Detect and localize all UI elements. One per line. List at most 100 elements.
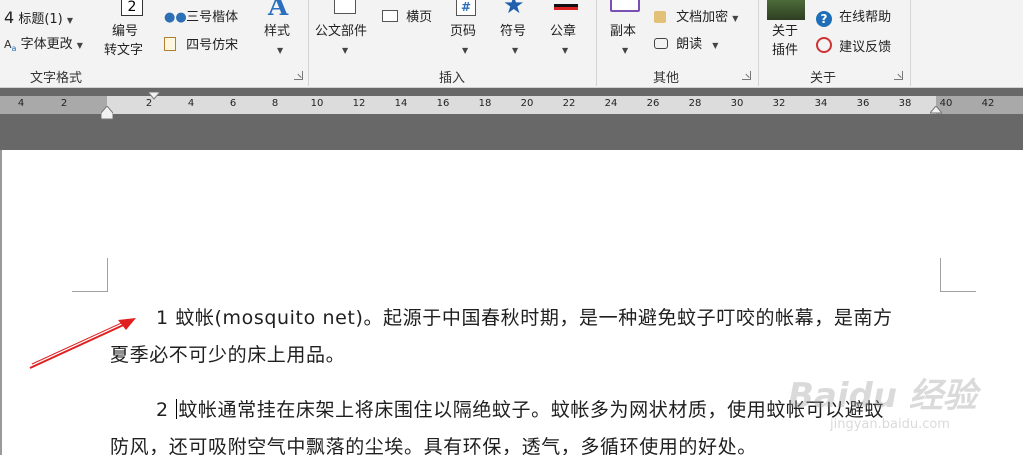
ruler-tick-label: 12 xyxy=(352,98,366,109)
feedback-button[interactable]: 建议反馈 xyxy=(816,37,891,56)
ruler-tick-label: 30 xyxy=(730,98,744,109)
heading-label: 标题(1) xyxy=(18,12,63,27)
watermark-logo-text: Baidu 经验 xyxy=(788,376,977,416)
paragraph-1-line-1: 1 蚊帐(mosquito net)。起源于中国春秋时期，是一种避免蚊子叮咬的帐… xyxy=(156,307,893,329)
style-button[interactable]: A 样式 ▼ xyxy=(258,0,302,62)
about-dialog-launcher-icon[interactable] xyxy=(894,71,903,80)
font-change-dropdown[interactable]: Aa 字体更改 ▼ xyxy=(4,37,83,57)
text-format-dialog-launcher-icon[interactable] xyxy=(294,71,303,80)
plugin-photo-icon xyxy=(767,0,805,20)
seal-button[interactable]: 公章 ▼ xyxy=(546,0,586,62)
ruler-tick-label: 4 xyxy=(17,98,25,109)
about-plugin-button[interactable]: 关于 插件 xyxy=(764,0,808,62)
horizontal-ruler[interactable]: 4 2 2 4 6 8 10 12 14 16 18 20 22 24 26 2… xyxy=(0,92,1023,120)
ruler-tick-label: 10 xyxy=(310,98,324,109)
ruler-tick-label: 36 xyxy=(856,98,870,109)
hanging-indent-marker-icon[interactable] xyxy=(101,106,113,120)
seal-icon xyxy=(554,4,578,10)
document-icon xyxy=(164,37,176,51)
ruler-left-margin xyxy=(0,96,107,114)
group-divider xyxy=(758,0,759,86)
group-label-insert: 插入 xyxy=(438,71,465,86)
crop-mark-right xyxy=(940,258,976,292)
numbering-badge-icon: 2 xyxy=(121,0,143,16)
chevron-down-icon: ▼ xyxy=(732,14,739,23)
about-plugin-line1: 关于 xyxy=(772,24,799,39)
online-help-button[interactable]: ? 在线帮助 xyxy=(816,10,891,27)
first-line-indent-marker-icon[interactable] xyxy=(148,92,160,100)
lock-icon xyxy=(654,11,666,23)
numbering-to-text-button[interactable]: 2 编号 转文字 xyxy=(104,0,150,62)
ruler-tick-label: 28 xyxy=(688,98,702,109)
crop-mark-left xyxy=(72,258,108,292)
symbol-button[interactable]: ★ 符号 ▼ xyxy=(496,0,536,62)
chevron-down-icon: ▼ xyxy=(66,16,74,25)
style-a-icon: A xyxy=(268,0,289,22)
landscape-page-label: 横页 xyxy=(406,10,433,25)
paragraph-1[interactable]: 1 蚊帐(mosquito net)。起源于中国春秋时期，是一种避免蚊子叮咬的帐… xyxy=(110,300,940,374)
font-sihao-fangsong-button[interactable]: 四号仿宋 xyxy=(164,37,238,54)
watermark-url: jingyan.baidu.com xyxy=(830,417,950,432)
page-number-button[interactable]: # 页码 ▼ xyxy=(446,0,486,62)
font-change-label: 字体更改 xyxy=(20,37,73,52)
symbol-label: 符号 xyxy=(500,24,527,39)
landscape-page-button[interactable]: 横页 xyxy=(382,10,432,26)
style-label: 样式 xyxy=(264,24,291,39)
heading-dropdown[interactable]: 4 标题(1) ▼ xyxy=(4,10,73,29)
ruler-tick-label: 16 xyxy=(436,98,450,109)
ruler-tick-label: 6 xyxy=(229,98,237,109)
right-indent-marker-icon[interactable] xyxy=(930,106,942,116)
copy-label: 副本 xyxy=(610,24,637,39)
group-label-about: 关于 xyxy=(809,71,836,86)
group-divider xyxy=(910,0,911,86)
document-page[interactable]: 1 蚊帐(mosquito net)。起源于中国春秋时期，是一种避免蚊子叮咬的帐… xyxy=(0,150,1023,455)
numbering-label-line2: 转文字 xyxy=(104,43,144,58)
chevron-down-icon: ▼ xyxy=(277,46,284,55)
paragraph-2-text: 蚊帐通常挂在床架上将床围住以隔绝蚊子。蚊帐多为网状材质，使用蚊帐可以避蚊 xyxy=(178,399,884,421)
font-sanhao-kaiti-button[interactable]: ●● 三号楷体 xyxy=(164,10,238,26)
ruler-tick-label: 42 xyxy=(981,98,995,109)
feedback-label: 建议反馈 xyxy=(839,40,892,55)
chevron-down-icon: ▼ xyxy=(342,46,349,55)
chevron-down-icon: ▼ xyxy=(712,41,719,50)
other-dialog-launcher-icon[interactable] xyxy=(742,71,751,80)
read-aloud-dropdown[interactable]: 朗读 ▼ xyxy=(654,37,718,54)
about-plugin-line2: 插件 xyxy=(772,43,799,58)
paragraph-2-number: 2 xyxy=(156,399,176,421)
ruler-tick-label: 32 xyxy=(772,98,786,109)
ruler-tick-label: 8 xyxy=(271,98,279,109)
chevron-down-icon: ▼ xyxy=(622,46,629,55)
star-icon: ★ xyxy=(503,0,525,19)
baidu-jingyan-watermark: Baidu 经验 jingyan.baidu.com xyxy=(788,368,1018,448)
chevron-down-icon: ▼ xyxy=(462,46,469,55)
numbering-label-line1: 编号 xyxy=(112,24,139,39)
group-divider xyxy=(596,0,597,86)
ruler-tick-label: 22 xyxy=(562,98,576,109)
ruler-tick-label: 2 xyxy=(60,98,68,109)
red-arrow-annotation-icon xyxy=(29,318,136,369)
group-label-other: 其他 xyxy=(652,71,679,86)
copy-button[interactable]: 副本 ▼ xyxy=(604,0,648,62)
seal-label: 公章 xyxy=(550,24,577,39)
gongwen-parts-button[interactable]: 公文部件 ▼ xyxy=(312,0,378,62)
group-label-text-format: 文字格式 xyxy=(29,71,82,86)
ruler-tick-label: 18 xyxy=(478,98,492,109)
chevron-down-icon: ▼ xyxy=(76,41,83,50)
ruler-tick-label: 24 xyxy=(604,98,618,109)
ruler-tick-label: 34 xyxy=(814,98,828,109)
chevron-down-icon: ▼ xyxy=(562,46,569,55)
font-sanhao-label: 三号楷体 xyxy=(186,10,239,25)
landscape-page-icon xyxy=(382,10,398,22)
online-help-label: 在线帮助 xyxy=(839,10,892,25)
document-encrypt-label: 文档加密 xyxy=(676,10,729,25)
feedback-icon xyxy=(816,37,832,53)
ruler-tick-label: 14 xyxy=(394,98,408,109)
ruler-tick-label: 20 xyxy=(520,98,534,109)
ribbon: 4 标题(1) ▼ Aa 字体更改 ▼ 2 编号 转文字 ●● 三号楷体 四号仿… xyxy=(0,0,1023,88)
read-aloud-label: 朗读 xyxy=(676,37,703,52)
document-encrypt-dropdown[interactable]: 文档加密 ▼ xyxy=(654,10,738,27)
copy-icon xyxy=(610,0,640,12)
document-lines-icon xyxy=(334,0,356,14)
heading-number: 4 xyxy=(4,8,15,27)
font-sihao-label: 四号仿宋 xyxy=(186,38,239,53)
